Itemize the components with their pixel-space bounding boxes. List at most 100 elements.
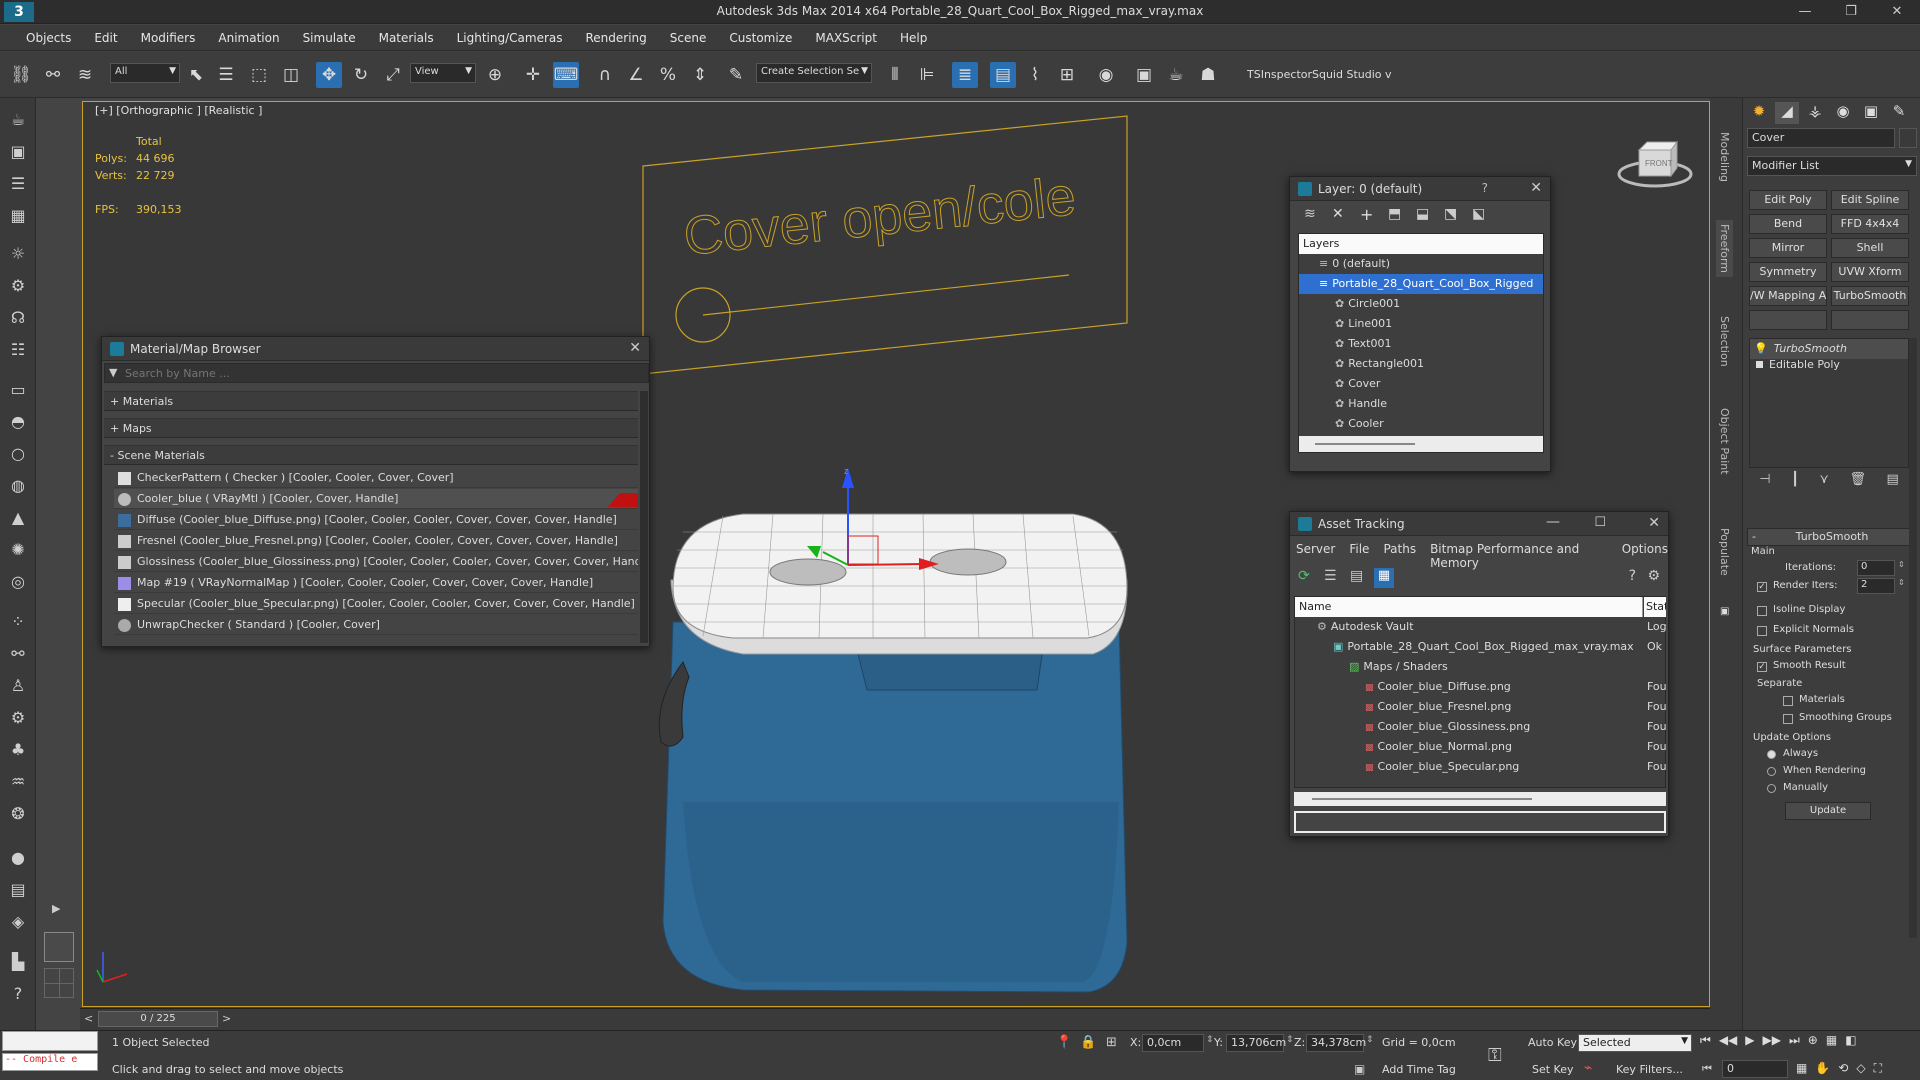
y-coordinate-input[interactable]: 13,706cm	[1226, 1034, 1286, 1052]
object-name-field[interactable]: Cover	[1747, 128, 1895, 148]
particles-icon[interactable]: ⁘	[6, 610, 30, 634]
keyboard-shortcut-override-icon[interactable]: ⌨	[553, 62, 579, 88]
separate-smoothing-groups-checkbox[interactable]	[1783, 714, 1793, 724]
iterations-spinner-icon[interactable]: ⇕	[1898, 560, 1905, 569]
sun-icon[interactable]: ✺	[6, 538, 30, 562]
squid-studio-label[interactable]: Squid Studio v	[1312, 68, 1392, 81]
select-move-icon[interactable]: ✥	[316, 62, 342, 88]
list-item[interactable]: CheckerPattern ( Checker ) [Cooler, Cool…	[114, 468, 638, 488]
geosphere-icon[interactable]: ◍	[6, 474, 30, 498]
table-row[interactable]: ⚙ Autodesk Vault	[1295, 617, 1643, 637]
grid-icon[interactable]: ▦	[6, 204, 30, 228]
hierarchy-tab-icon[interactable]: ⚶	[1803, 102, 1827, 124]
grass-icon[interactable]: ♣	[6, 738, 30, 762]
list-item[interactable]: Glossiness (Cooler_blue_Glossiness.png) …	[114, 552, 638, 572]
isolate-selection-icon[interactable]: 📍	[1056, 1035, 1072, 1050]
highlight-layer-icon[interactable]: ⬓	[1416, 206, 1429, 222]
shade-icon[interactable]: ●	[6, 846, 30, 870]
help-icon[interactable]: ?	[6, 982, 30, 1006]
time-tag-icon[interactable]: ▣	[1354, 1062, 1365, 1076]
separate-materials-checkbox[interactable]	[1783, 696, 1793, 706]
go-to-end-icon[interactable]: ⏭	[1789, 1033, 1800, 1055]
table-row[interactable]: ▩ Cooler_blue_Diffuse.png	[1295, 677, 1643, 697]
percent-snap-icon[interactable]: %	[655, 62, 681, 88]
prev-frame-icon[interactable]: <	[84, 1012, 93, 1025]
layer-object-row[interactable]: ✿ Rectangle001	[1299, 354, 1543, 374]
tracking-help-icon[interactable]: ⚙	[1647, 568, 1660, 584]
render-iters-spinner-icon[interactable]: ⇕	[1898, 578, 1905, 587]
list-view-icon[interactable]: ☰	[1324, 568, 1337, 584]
layer-object-row[interactable]: ✿ Line001	[1299, 314, 1543, 334]
remove-modifier-icon[interactable]: 🗑	[1849, 472, 1866, 494]
curve-editor-icon[interactable]: ⌇	[1022, 62, 1048, 88]
reference-coordinate-dropdown[interactable]: View ▼	[410, 63, 476, 83]
material-browser-scrollbar[interactable]	[640, 391, 648, 643]
asset-tracking-titlebar[interactable]: Asset Tracking — ☐ ✕	[1290, 512, 1668, 536]
hide-all-layers-icon[interactable]: ⬔	[1444, 206, 1457, 222]
stack-item-editable-poly[interactable]: Editable Poly	[1750, 355, 1908, 375]
plane-icon[interactable]: ▭	[6, 378, 30, 402]
layer-manager-icon[interactable]: ≣	[952, 62, 978, 88]
update-manually-radio[interactable]	[1767, 784, 1776, 793]
viewcube[interactable]: FRONT	[1615, 132, 1695, 194]
render-setup-icon[interactable]: ▣	[1131, 62, 1157, 88]
layer-object-row[interactable]: ✿ Text001	[1299, 334, 1543, 354]
add-time-tag-label[interactable]: Add Time Tag	[1382, 1063, 1456, 1076]
zoom-icon[interactable]: ⊕	[1808, 1033, 1818, 1055]
tab-populate[interactable]: Populate	[1718, 528, 1731, 576]
absolute-mode-icon[interactable]: ⊞	[1106, 1035, 1117, 1050]
key-mode-toggle-icon[interactable]: ⏮	[1702, 1062, 1712, 1076]
menu-materials[interactable]: Materials	[371, 31, 449, 45]
rendered-frame-window-icon[interactable]: ☕	[1163, 62, 1189, 88]
torus-icon[interactable]: ◎	[6, 570, 30, 594]
table-row[interactable]: ▩ Cooler_blue_Specular.png	[1295, 757, 1643, 777]
group-maps[interactable]: + Maps	[104, 418, 638, 438]
refresh-icon[interactable]: ⟳	[1298, 568, 1310, 584]
show-end-result-icon[interactable]: ┃	[1791, 472, 1799, 494]
layer-row[interactable]: ≡ Portable_28_Quart_Cool_Box_Rigged	[1299, 274, 1543, 294]
time-slider[interactable]: < 0 / 225 >	[80, 1008, 1710, 1030]
layer-object-row[interactable]: ✿ Cooler	[1299, 414, 1543, 434]
menu-rendering[interactable]: Rendering	[578, 31, 662, 45]
y-spinner-icon[interactable]: ⇕	[1286, 1035, 1294, 1045]
symmetry-button[interactable]: Symmetry	[1749, 262, 1827, 282]
key-mode-dropdown[interactable]: Selected ▼	[1578, 1034, 1692, 1052]
zoom-extents-icon[interactable]: ◧	[1845, 1033, 1856, 1055]
next-key-icon[interactable]: ▶▶	[1763, 1033, 1781, 1055]
maximize-viewport-icon[interactable]: ⛶	[1874, 1061, 1882, 1076]
layer-list-scrollbar[interactable]	[1299, 436, 1543, 452]
menu-modifiers[interactable]: Modifiers	[133, 31, 211, 45]
group-materials[interactable]: + Materials	[104, 391, 638, 411]
render-iters-input[interactable]: 2	[1857, 578, 1895, 594]
details-view-icon[interactable]: ▤	[1350, 568, 1363, 584]
auto-key-button[interactable]: Auto Key	[1528, 1036, 1577, 1049]
minimize-icon[interactable]: —	[1782, 0, 1828, 24]
select-objects-in-layer-icon[interactable]: ⬒	[1388, 206, 1401, 222]
previous-key-icon[interactable]: ◀◀	[1719, 1033, 1737, 1055]
tab-object-paint[interactable]: Object Paint	[1718, 408, 1731, 475]
layer-object-row[interactable]: ✿ Handle	[1299, 394, 1543, 414]
freeze-all-layers-icon[interactable]: ⬕	[1472, 206, 1485, 222]
display-tab-icon[interactable]: ▣	[1859, 102, 1883, 124]
command-panel-scrollbar[interactable]	[1909, 338, 1917, 938]
create-layer-icon[interactable]: ≋	[1304, 206, 1316, 222]
bind-space-warp-icon[interactable]: ≋	[72, 62, 98, 88]
table-view-icon[interactable]: ▦	[1374, 568, 1394, 588]
make-unique-icon[interactable]: ⋎	[1819, 472, 1829, 494]
uvw-mapping-button[interactable]: /W Mapping Ac	[1749, 286, 1827, 306]
bone-icon[interactable]: ⚯	[6, 642, 30, 666]
menu-scene[interactable]: Scene	[662, 31, 722, 45]
select-by-name-icon[interactable]: ☰	[213, 62, 239, 88]
rectangle-selection-icon[interactable]: ⬚	[246, 62, 272, 88]
z-coordinate-input[interactable]: 34,378cm	[1306, 1034, 1366, 1052]
pin-stack-icon[interactable]: ⊣	[1759, 472, 1770, 494]
select-link-icon[interactable]: ⛓	[8, 62, 34, 88]
list-item[interactable]: Map #19 ( VRayNormalMap ) [Cooler, Coole…	[114, 573, 638, 593]
sphere-icon[interactable]: ○	[6, 442, 30, 466]
manipulate-icon[interactable]: ✛	[520, 62, 546, 88]
asset-table-scrollbar[interactable]	[1294, 792, 1666, 806]
modifier-list-dropdown[interactable]: Modifier List ▼	[1747, 156, 1917, 176]
align-icon[interactable]: ⊫	[914, 62, 940, 88]
smooth-result-checkbox[interactable]: ✓	[1757, 662, 1767, 672]
play-icon[interactable]: ▶	[1745, 1033, 1754, 1055]
